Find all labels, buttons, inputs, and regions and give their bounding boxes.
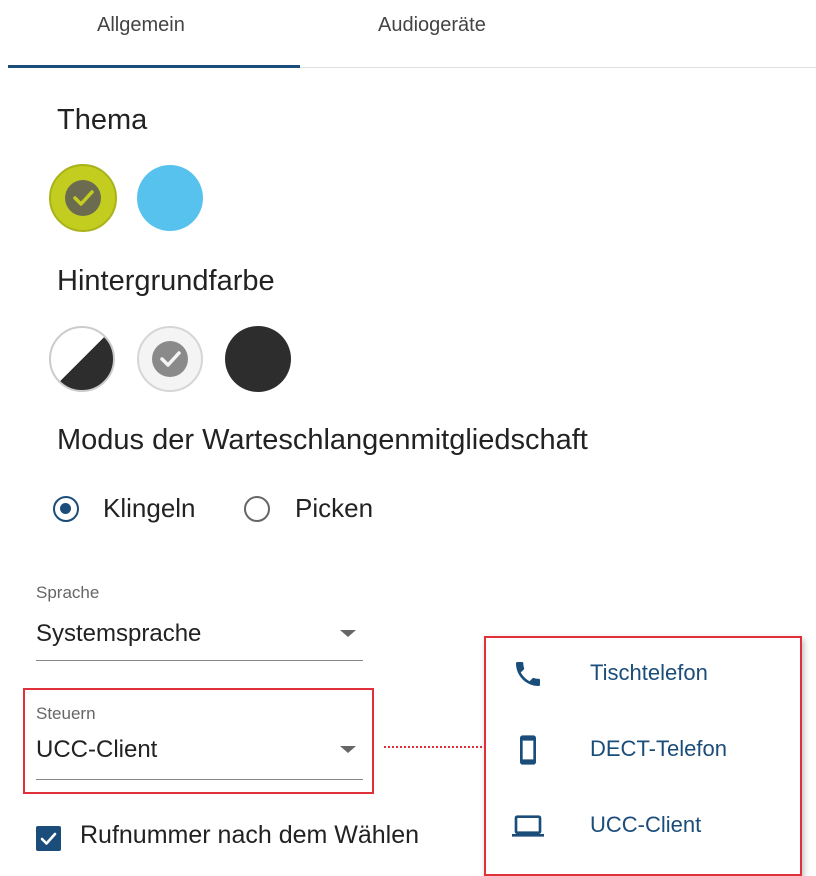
tab-audiogeraete[interactable]: Audiogeräte (378, 14, 486, 37)
laptop-icon (512, 815, 544, 837)
dial-option-label[interactable]: Rufnummer nach dem Wählen (80, 821, 419, 850)
background-title: Hintergrundfarbe (57, 265, 275, 297)
menu-item-tischtelefon[interactable]: Tischtelefon (486, 638, 800, 716)
phone-icon (516, 662, 540, 686)
control-dropdown-menu: Tischtelefon DECT-Telefon UCC-Client (484, 636, 802, 876)
radio-dot (60, 503, 71, 514)
mobile-phone-icon (520, 735, 536, 765)
selected-marker (152, 341, 188, 377)
background-swatch-dark[interactable] (225, 326, 291, 392)
chevron-down-icon[interactable] (340, 746, 356, 753)
radio-label-picken[interactable]: Picken (295, 493, 373, 524)
menu-item-ucc-client[interactable]: UCC-Client (486, 790, 800, 868)
theme-swatch-blue[interactable] (137, 165, 203, 231)
menu-item-label: DECT-Telefon (590, 736, 727, 761)
theme-title: Thema (57, 104, 148, 136)
check-icon (73, 190, 94, 206)
language-select[interactable]: Systemsprache (36, 620, 201, 648)
radio-klingeln[interactable] (53, 496, 79, 522)
selected-marker (65, 180, 101, 216)
chevron-down-icon[interactable] (340, 630, 356, 637)
dial-option-checkbox[interactable] (36, 826, 61, 851)
language-label: Sprache (36, 583, 100, 602)
check-icon (160, 351, 181, 367)
menu-item-label: UCC-Client (590, 812, 702, 837)
language-underline (36, 660, 363, 661)
control-underline (36, 779, 363, 780)
callout-connector (384, 746, 482, 748)
menu-item-dect-telefon[interactable]: DECT-Telefon (486, 714, 800, 792)
active-tab-indicator (8, 65, 300, 68)
queue-mode-title: Modus der Warteschlangenmitgliedschaft (57, 424, 588, 456)
control-select[interactable]: UCC-Client (36, 736, 157, 764)
background-swatch-contrast[interactable] (49, 326, 115, 392)
background-swatch-light[interactable] (137, 326, 203, 392)
menu-item-label: Tischtelefon (590, 660, 708, 685)
radio-label-klingeln[interactable]: Klingeln (103, 493, 196, 524)
check-icon (40, 832, 57, 845)
radio-picken[interactable] (244, 496, 270, 522)
tab-allgemein[interactable]: Allgemein (97, 14, 185, 37)
theme-swatch-yellow[interactable] (49, 164, 117, 232)
control-label: Steuern (36, 704, 96, 723)
